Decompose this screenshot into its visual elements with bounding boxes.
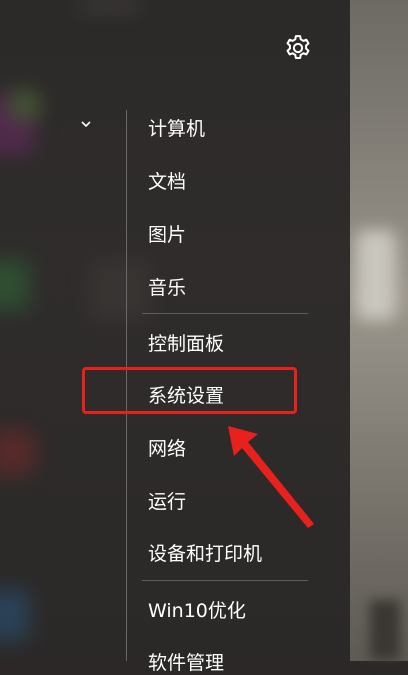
menu-item-run[interactable]: 运行 [148,490,186,514]
background-blur-shape [356,230,396,320]
blurred-tile [0,590,30,640]
blurred-tile [0,430,35,475]
chevron-down-icon[interactable] [78,116,94,132]
blurred-tile [10,90,40,120]
menu-separator [142,580,308,581]
menu-item-network[interactable]: 网络 [148,437,186,461]
menu-item-computer[interactable]: 计算机 [148,117,205,141]
menu-item-pictures[interactable]: 图片 [148,223,186,247]
blurred-tile [90,260,150,320]
desktop-background [350,0,408,661]
menu-item-documents[interactable]: 文档 [148,170,186,194]
menu-item-music[interactable]: 音乐 [148,276,186,300]
menu-item-control-panel[interactable]: 控制面板 [148,332,224,356]
menu-item-devices-printers[interactable]: 设备和打印机 [148,542,262,566]
background-blur-shape [370,600,400,660]
start-menu-panel: 计算机 文档 图片 音乐 控制面板 系统设置 网络 运行 设备和打印机 Win1… [0,0,350,674]
gear-icon[interactable] [283,33,313,63]
menu-item-software-manager[interactable]: 软件管理 [148,651,224,675]
menu-separator [142,313,308,314]
annotation-arrow-icon [228,426,314,528]
menu-item-win10-optimize[interactable]: Win10优化 [148,599,246,623]
annotation-highlight-box [82,367,297,414]
blurred-tile [0,260,30,310]
blurred-tile [80,0,140,10]
